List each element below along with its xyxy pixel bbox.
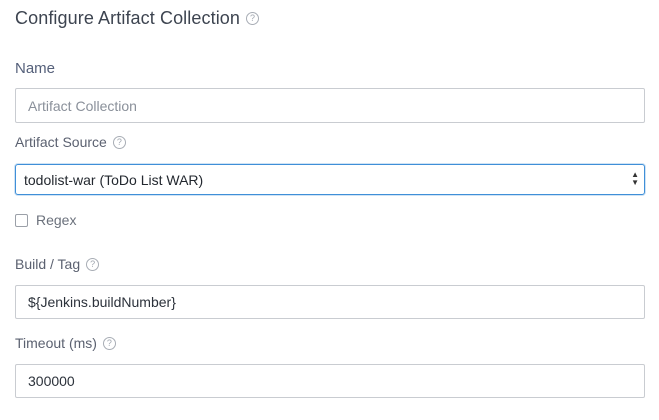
- regex-label: Regex: [36, 212, 77, 228]
- build-tag-label: Build / Tag: [15, 256, 81, 272]
- configure-artifact-collection-dialog: Configure Artifact Collection ? Name Art…: [0, 0, 659, 420]
- dialog-title: Configure Artifact Collection: [15, 8, 241, 28]
- timeout-label: Timeout (ms): [15, 335, 97, 351]
- name-input[interactable]: Artifact Collection: [15, 88, 645, 123]
- name-label: Name: [15, 60, 56, 77]
- help-icon[interactable]: ?: [102, 336, 116, 350]
- artifact-source-select[interactable]: todolist-war (ToDo List WAR) ▲ ▼: [15, 164, 645, 195]
- name-label-row: Name: [15, 60, 55, 77]
- regex-option: Regex: [15, 212, 76, 228]
- artifact-source-selected-value: todolist-war (ToDo List WAR): [24, 171, 204, 188]
- build-tag-input[interactable]: ${Jenkins.buildNumber}: [15, 285, 645, 319]
- dialog-header: Configure Artifact Collection ?: [15, 8, 260, 29]
- regex-checkbox[interactable]: [15, 213, 28, 227]
- timeout-input[interactable]: 300000: [15, 364, 645, 398]
- help-icon[interactable]: ?: [86, 257, 100, 271]
- up-down-caret-icon: ▲ ▼: [631, 170, 639, 187]
- build-tag-label-row: Build / Tag ?: [15, 256, 100, 272]
- artifact-source-label-row: Artifact Source ?: [15, 134, 126, 150]
- timeout-label-row: Timeout (ms) ?: [15, 335, 116, 351]
- help-icon[interactable]: ?: [112, 135, 126, 149]
- help-icon[interactable]: ?: [246, 12, 260, 25]
- artifact-source-label: Artifact Source: [15, 134, 107, 150]
